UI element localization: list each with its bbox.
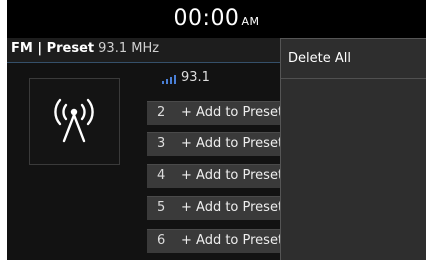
clock-ampm: AM xyxy=(241,15,260,28)
clock-time: 00:00 xyxy=(173,6,240,31)
preset-row[interactable]: 6 + Add to Preset xyxy=(147,229,289,253)
delete-all-label: Delete All xyxy=(288,51,351,66)
radio-antenna-icon xyxy=(54,98,94,143)
preset-number: 6 xyxy=(157,233,166,248)
preset-number: 4 xyxy=(157,168,166,183)
preset-row[interactable]: 5 + Add to Preset xyxy=(147,196,289,220)
preset-number: 2 xyxy=(157,105,166,120)
source-mode: FM | Preset 93.1 MHz xyxy=(11,41,159,56)
preset-number: 5 xyxy=(157,200,166,215)
station-art xyxy=(29,78,120,165)
delete-all-menu-item[interactable]: Delete All xyxy=(281,39,426,79)
radio-screen: 00:00 AM FM | Preset 93.1 MHz 93.1 2 + A… xyxy=(7,0,426,260)
status-bar: 00:00 AM xyxy=(7,0,426,38)
add-to-preset-label: + Add to Preset xyxy=(181,105,284,120)
add-to-preset-label: + Add to Preset xyxy=(181,136,284,151)
preset-row[interactable]: 4 + Add to Preset xyxy=(147,164,289,188)
preset-row[interactable]: 2 + Add to Preset xyxy=(147,101,289,125)
current-station[interactable]: 93.1 xyxy=(147,66,289,90)
preset-row[interactable]: 3 + Add to Preset xyxy=(147,132,289,156)
add-to-preset-label: + Add to Preset xyxy=(181,233,284,248)
signal-bars-icon xyxy=(162,75,176,84)
add-to-preset-label: + Add to Preset xyxy=(181,168,284,183)
source-mode-label: FM | Preset xyxy=(11,41,95,56)
preset-number: 3 xyxy=(157,136,166,151)
header-frequency: 93.1 MHz xyxy=(98,41,160,56)
current-frequency: 93.1 xyxy=(181,70,210,85)
options-menu: Delete All xyxy=(280,38,426,260)
add-to-preset-label: + Add to Preset xyxy=(181,200,284,215)
clock: 00:00 AM xyxy=(7,6,426,31)
